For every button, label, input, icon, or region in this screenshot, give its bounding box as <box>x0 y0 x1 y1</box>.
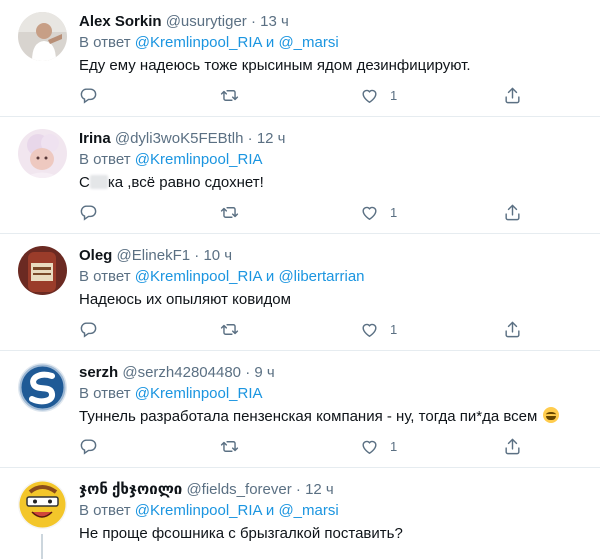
like-button[interactable]: 1 <box>360 84 397 106</box>
author-name[interactable]: serzh <box>79 364 118 381</box>
tweet-text-rest: ка ,всё равно сдохнет! <box>107 174 264 191</box>
like-count: 1 <box>390 438 398 454</box>
replying-to: В ответ @Kremlinpool_RIA и @_marsi <box>79 34 339 51</box>
mention-link[interactable]: @Kremlinpool_RIA <box>135 34 262 51</box>
author-handle[interactable]: @fields_forever <box>186 481 291 498</box>
mention-link[interactable]: @Kremlinpool_RIA <box>135 151 263 168</box>
tweet-actions: 1 <box>79 435 529 457</box>
like-count: 1 <box>390 204 398 220</box>
share-icon <box>505 204 520 220</box>
timestamp[interactable]: 9 ч <box>254 364 274 381</box>
tweet-text-start: С <box>79 174 90 191</box>
separator-dot: · <box>250 13 256 30</box>
author-name[interactable]: ჯონ ქხჯოილი <box>79 481 182 498</box>
mention-conjunction[interactable]: и <box>266 34 274 51</box>
share-button[interactable] <box>503 435 522 457</box>
share-button[interactable] <box>503 84 522 106</box>
like-button[interactable]: 1 <box>360 318 397 340</box>
like-count: 1 <box>390 321 398 337</box>
reply-button[interactable] <box>79 84 98 106</box>
like-icon <box>362 89 377 103</box>
timestamp[interactable]: 12 ч <box>257 130 286 147</box>
reply-button[interactable] <box>79 318 98 340</box>
retweet-button[interactable] <box>220 318 239 340</box>
tweet-text: Еду ему надеюсь тоже крысиным ядом дезин… <box>79 57 471 74</box>
timestamp[interactable]: 12 ч <box>305 481 334 498</box>
reply-icon <box>80 321 97 338</box>
separator-dot: · <box>295 481 301 498</box>
author-name[interactable]: Alex Sorkin <box>79 13 162 30</box>
replying-to: В ответ @Kremlinpool_RIA и @_marsi <box>79 502 339 519</box>
like-icon <box>362 206 377 220</box>
separator-dot: · <box>247 130 253 147</box>
retweet-button[interactable] <box>220 84 239 106</box>
reply-icon <box>80 204 97 221</box>
tweet-actions: 1 <box>79 84 529 106</box>
like-icon <box>362 440 377 454</box>
like-count: 1 <box>390 87 398 103</box>
share-icon <box>505 87 520 103</box>
tweet[interactable]: Alex Sorkin @usurytiger · 13 ч В ответ @… <box>0 0 600 117</box>
replying-to: В ответ @Kremlinpool_RIA <box>79 385 263 402</box>
avatar[interactable] <box>18 129 67 178</box>
avatar[interactable] <box>18 12 67 61</box>
mention-link[interactable]: @libertarrian <box>278 268 364 285</box>
author-handle[interactable]: @usurytiger <box>166 13 247 30</box>
author-handle[interactable]: @serzh42804480 <box>122 364 241 381</box>
separator-dot: · <box>194 247 200 264</box>
tweet[interactable]: ჯონ ქხჯოილი @fields_forever · 12 ч В отв… <box>0 468 600 559</box>
timestamp[interactable]: 10 ч <box>203 247 232 264</box>
reply-button[interactable] <box>79 435 98 457</box>
reply-button[interactable] <box>79 201 98 223</box>
tweet[interactable]: Oleg @ElinekF1 · 10 ч В ответ @Kremlinpo… <box>0 234 600 351</box>
retweet-button[interactable] <box>220 435 239 457</box>
reply-icon <box>80 87 97 104</box>
retweet-icon <box>220 323 239 335</box>
share-button[interactable] <box>503 318 522 340</box>
tweet-text: Надеюсь их опыляют ковидом <box>79 291 291 308</box>
share-icon <box>505 321 520 337</box>
tweet-text: Туннель разработала пензенская компания … <box>79 407 588 427</box>
share-button[interactable] <box>503 201 522 223</box>
author-handle[interactable]: @dyli3woK5FEBtlh <box>115 130 244 147</box>
replying-to: В ответ @Kremlinpool_RIA и @libertarrian <box>79 268 365 285</box>
author-handle[interactable]: @ElinekF1 <box>117 247 191 264</box>
retweet-icon <box>220 206 239 218</box>
avatar[interactable] <box>18 480 67 529</box>
tweet-text: Ска ,всё равно сдохнет! <box>79 173 588 193</box>
tweet[interactable]: serzh @serzh42804480 · 9 ч В ответ @Krem… <box>0 351 600 468</box>
mention-conjunction[interactable]: и <box>266 502 274 519</box>
mention-link[interactable]: @Kremlinpool_RIA <box>135 502 262 519</box>
share-icon <box>505 438 520 454</box>
mention-link[interactable]: @_marsi <box>278 34 338 51</box>
grinning-sweat-emoji-icon <box>543 407 560 423</box>
separator-dot: · <box>245 364 251 381</box>
mention-conjunction[interactable]: и <box>266 268 274 285</box>
author-name[interactable]: Irina <box>79 130 111 147</box>
reply-icon <box>80 438 97 455</box>
like-icon <box>362 323 377 337</box>
like-button[interactable]: 1 <box>360 201 397 223</box>
censored-blur <box>89 175 108 189</box>
retweet-icon <box>220 89 239 101</box>
thread-line <box>41 534 43 559</box>
tweet-actions: 1 <box>79 201 529 223</box>
retweet-icon <box>220 440 239 452</box>
mention-link[interactable]: @Kremlinpool_RIA <box>135 268 262 285</box>
replying-to: В ответ @Kremlinpool_RIA <box>79 151 263 168</box>
retweet-button[interactable] <box>220 201 239 223</box>
tweet-text: Не проще фсошника с брызгалкой поставить… <box>79 525 403 542</box>
avatar[interactable] <box>18 246 67 295</box>
tweet[interactable]: Irina @dyli3woK5FEBtlh · 12 ч В ответ @K… <box>0 117 600 234</box>
tweet-actions: 1 <box>79 318 529 340</box>
like-button[interactable]: 1 <box>360 435 397 457</box>
mention-link[interactable]: @_marsi <box>278 502 338 519</box>
timestamp[interactable]: 13 ч <box>260 13 289 30</box>
mention-link[interactable]: @Kremlinpool_RIA <box>135 385 263 402</box>
author-name[interactable]: Oleg <box>79 247 112 264</box>
avatar[interactable] <box>18 363 67 412</box>
